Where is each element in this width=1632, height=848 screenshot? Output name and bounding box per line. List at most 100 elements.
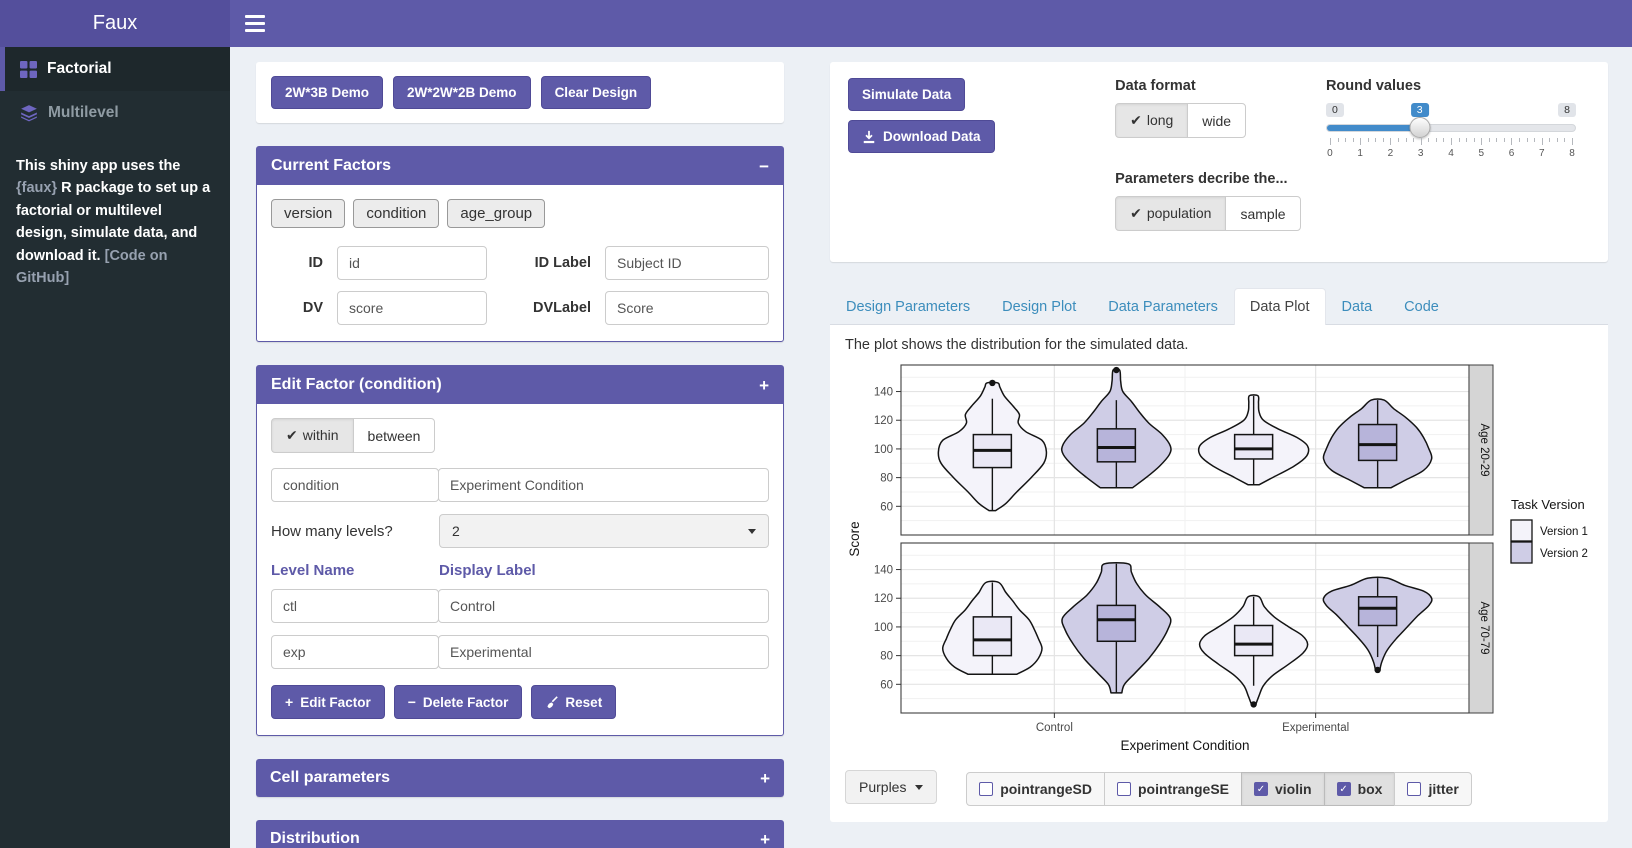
id-input[interactable]	[337, 246, 487, 280]
between-option[interactable]: between	[353, 418, 436, 453]
expand-icon[interactable]: +	[760, 770, 770, 787]
levels-count-select[interactable]: 2	[439, 514, 769, 548]
chevron-down-icon	[748, 529, 756, 534]
collapse-icon[interactable]: −	[759, 158, 769, 175]
checkbox-checked-icon: ✓	[1254, 782, 1268, 796]
minus-icon: −	[408, 694, 416, 710]
slider-handle[interactable]	[1409, 117, 1430, 138]
sidebar-item-multilevel[interactable]: Multilevel	[0, 91, 230, 135]
top-bar: Faux	[0, 0, 1632, 47]
edit-factor-button[interactable]: +Edit Factor	[271, 685, 385, 719]
simulate-card: Simulate Data Download Data Data format …	[830, 62, 1608, 262]
tab-data-parameters[interactable]: Data Parameters	[1092, 288, 1234, 325]
demo-2w3b-button[interactable]: 2W*3B Demo	[271, 76, 383, 109]
checkbox-checked-icon: ✓	[1337, 782, 1351, 796]
svg-text:80: 80	[880, 473, 893, 485]
svg-text:140: 140	[874, 387, 893, 399]
plot-caption: The plot shows the distribution for the …	[845, 337, 1593, 353]
sidebar-toggle-button[interactable]	[230, 0, 280, 47]
data-format-label: Data format	[1115, 78, 1326, 94]
svg-text:Version 1: Version 1	[1540, 526, 1588, 538]
current-factors-header: Current Factors −	[257, 147, 783, 185]
display-options-group: pointrangeSD pointrangeSE ✓violin ✓box j…	[966, 772, 1472, 806]
reset-button[interactable]: Reset	[531, 685, 616, 719]
plus-icon: +	[285, 694, 293, 710]
round-values-slider[interactable]: 0 8 3 012345678	[1326, 103, 1576, 165]
sidebar-item-label: Multilevel	[48, 104, 119, 122]
long-option[interactable]: ✔long	[1115, 103, 1188, 138]
cell-parameters-header[interactable]: Cell parameters +	[256, 759, 784, 797]
parameters-toggle: ✔population sample	[1115, 196, 1301, 231]
simulate-data-button[interactable]: Simulate Data	[848, 78, 965, 111]
factor-tag-condition[interactable]: condition	[353, 199, 439, 228]
header-bar	[230, 0, 1632, 47]
demo-2w2w2b-button[interactable]: 2W*2W*2B Demo	[393, 76, 531, 109]
sample-option[interactable]: sample	[1225, 196, 1300, 231]
data-format-toggle: ✔long wide	[1115, 103, 1246, 138]
tab-design-parameters[interactable]: Design Parameters	[830, 288, 986, 325]
svg-text:Age 70-79: Age 70-79	[1478, 601, 1490, 654]
svg-text:80: 80	[880, 651, 893, 663]
sidebar-description: This shiny app uses the {faux} R package…	[0, 135, 230, 290]
checkbox-icon	[979, 782, 993, 796]
option-box[interactable]: ✓box	[1324, 772, 1396, 806]
results-column: Simulate Data Download Data Data format …	[830, 62, 1608, 822]
grid-icon	[20, 61, 37, 78]
design-column: 2W*3B Demo 2W*2W*2B Demo Clear Design Cu…	[256, 62, 784, 848]
app-brand: Faux	[0, 0, 230, 47]
palette-dropdown[interactable]: Purples	[845, 770, 937, 804]
option-violin[interactable]: ✓violin	[1241, 772, 1325, 806]
option-pointrangeSD[interactable]: pointrangeSD	[966, 772, 1105, 806]
slider-track[interactable]	[1326, 124, 1576, 132]
expand-icon[interactable]: +	[760, 831, 770, 848]
parameters-label: Parameters decribe the...	[1115, 171, 1326, 187]
checkbox-icon	[1407, 782, 1421, 796]
level-name-input-1[interactable]	[271, 589, 439, 623]
dv-label-input[interactable]	[605, 291, 769, 325]
option-jitter[interactable]: jitter	[1394, 772, 1471, 806]
factor-display-input[interactable]	[438, 468, 769, 502]
box-title: Edit Factor (condition)	[271, 376, 442, 394]
tab-design-plot[interactable]: Design Plot	[986, 288, 1092, 325]
sidebar-item-factorial[interactable]: Factorial	[0, 47, 230, 91]
dv-input[interactable]	[337, 291, 487, 325]
factor-name-input[interactable]	[271, 468, 439, 502]
clear-design-button[interactable]: Clear Design	[541, 76, 652, 109]
factor-tag-age-group[interactable]: age_group	[447, 199, 545, 228]
svg-text:Age 20-29: Age 20-29	[1478, 423, 1490, 476]
round-values-label: Round values	[1326, 78, 1576, 94]
box-title: Distribution	[270, 830, 360, 848]
population-option[interactable]: ✔population	[1115, 196, 1226, 231]
edit-factor-header: Edit Factor (condition) +	[257, 366, 783, 404]
delete-factor-button[interactable]: −Delete Factor	[394, 685, 523, 719]
faux-package-link[interactable]: {faux}	[16, 180, 57, 196]
factor-tag-version[interactable]: version	[271, 199, 345, 228]
option-pointrangeSE[interactable]: pointrangeSE	[1104, 772, 1242, 806]
id-label-input[interactable]	[605, 246, 769, 280]
tab-data[interactable]: Data	[1326, 288, 1389, 325]
hamburger-icon	[245, 15, 265, 18]
download-data-button[interactable]: Download Data	[848, 120, 995, 153]
svg-text:Score: Score	[847, 521, 862, 556]
plot-controls: Purples pointrangeSD pointrangeSE ✓violi…	[845, 770, 1593, 808]
svg-text:Experiment Condition: Experiment Condition	[1120, 738, 1249, 753]
wide-option[interactable]: wide	[1187, 103, 1246, 138]
box-title: Cell parameters	[270, 769, 390, 787]
distribution-header[interactable]: Distribution +	[256, 820, 784, 848]
level-display-input-2[interactable]	[438, 635, 769, 669]
collapse-icon[interactable]: +	[759, 377, 769, 394]
within-option[interactable]: ✔within	[271, 418, 354, 453]
slider-min-badge: 0	[1326, 103, 1344, 117]
current-factors-box: Current Factors − version condition age_…	[256, 146, 784, 342]
svg-text:100: 100	[874, 622, 893, 634]
level-display-input-1[interactable]	[438, 589, 769, 623]
distribution-box: Distribution +	[256, 820, 784, 848]
tab-code[interactable]: Code	[1388, 288, 1455, 325]
id-label: ID	[271, 255, 323, 271]
check-icon: ✔	[1130, 112, 1142, 128]
tab-data-plot[interactable]: Data Plot	[1234, 288, 1326, 325]
data-plot-panel: The plot shows the distribution for the …	[830, 325, 1608, 822]
level-name-input-2[interactable]	[271, 635, 439, 669]
svg-text:140: 140	[874, 565, 893, 577]
cell-parameters-box: Cell parameters +	[256, 759, 784, 797]
